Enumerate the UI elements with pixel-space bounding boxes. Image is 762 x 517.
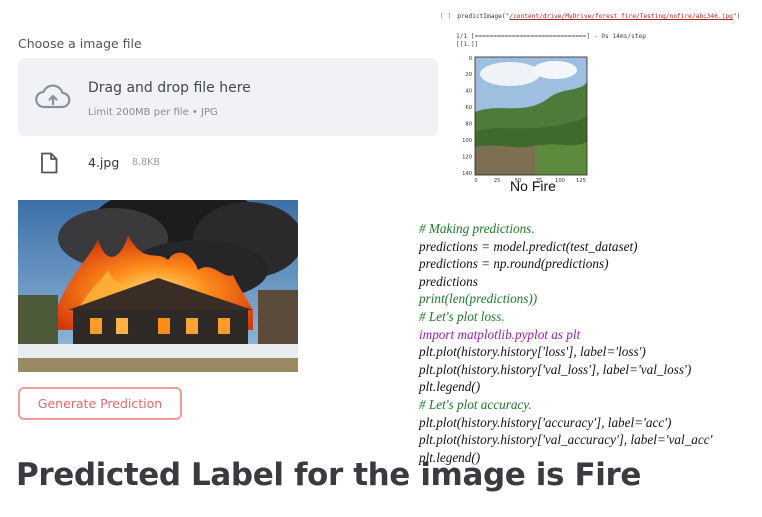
code-line: plt.plot(history.history['loss'], label=… (419, 344, 646, 360)
plot-title: No Fire (510, 178, 556, 194)
dropzone-limit-text: Limit 200MB per file • JPG (88, 107, 218, 118)
code-line: plt.plot(history.history['accuracy'], la… (419, 414, 672, 430)
y-tick-label: 60 (465, 105, 472, 111)
code-line: plt.legend() (419, 449, 481, 465)
code-line: predictions = model.predict(test_dataset… (419, 238, 638, 254)
y-tick-label: 100 (462, 138, 472, 144)
file-icon (41, 152, 58, 174)
code-snippet: # Making predictions. predictions = mode… (419, 220, 712, 466)
output-array: [[1.]] (456, 41, 479, 48)
y-tick-label: 40 (465, 89, 472, 95)
y-tick-label: 0 (469, 56, 472, 62)
code-line: import matplotlib.pyplot as plt (419, 326, 581, 342)
code-line: plt.legend() (419, 379, 481, 395)
uploader-label: Choose a image file (18, 36, 142, 51)
generate-prediction-button[interactable]: Generate Prediction (18, 387, 182, 420)
progress-line: 1/1 [==============================] - 0… (456, 33, 646, 40)
y-tick-label: 140 (462, 171, 472, 177)
dropzone-title: Drag and drop file here (88, 80, 251, 96)
code-line: # Let's plot loss. (419, 308, 505, 324)
code-line: # Let's plot accuracy. (419, 396, 532, 412)
call-suffix: ") (732, 13, 741, 20)
cloud-upload-icon (35, 84, 71, 109)
cell-run-indicator[interactable]: [ ] (440, 13, 451, 20)
code-line: predictions (419, 273, 478, 289)
code-line: # Making predictions. (419, 221, 535, 236)
notebook-output: 1/1 [==============================] - 0… (456, 33, 646, 49)
plot-image (474, 56, 588, 176)
y-tick-label: 120 (462, 154, 472, 160)
y-tick-label: 20 (465, 72, 472, 78)
file-dropzone[interactable]: Drag and drop file here Limit 200MB per … (18, 58, 438, 136)
call-prefix: predictImage(" (457, 13, 510, 20)
file-size: 8.8KB (132, 157, 160, 168)
code-line: plt.plot(history.history['val_loss'], la… (419, 361, 692, 377)
notebook-cell-call: [ ] predictImage("/content/drive/MyDrive/… (440, 13, 740, 20)
uploaded-file-row: 4.jpg 8.8KB (18, 146, 438, 180)
image-path: /content/drive/MyDrive/forest_fire/Testi… (509, 13, 733, 20)
uploaded-fire-image (18, 200, 298, 372)
code-line: plt.plot(history.history['val_accuracy']… (419, 432, 713, 448)
file-name: 4.jpg (88, 155, 120, 170)
code-line: print(len(predictions)) (419, 291, 538, 307)
code-line: predictions = np.round(predictions) (419, 256, 609, 272)
y-tick-label: 80 (465, 122, 472, 128)
